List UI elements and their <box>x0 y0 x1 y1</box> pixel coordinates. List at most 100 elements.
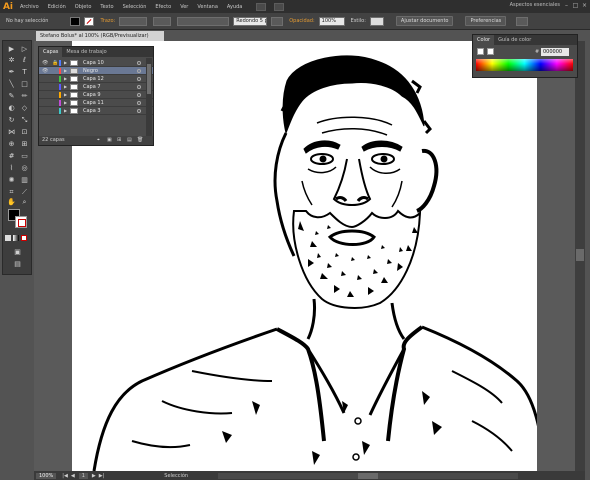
preferences-button[interactable]: Preferencias <box>465 16 507 26</box>
layer-target-icon[interactable] <box>137 109 141 113</box>
artboard-nav-next-icon[interactable]: ▶ <box>92 473 96 479</box>
layer-row[interactable]: ▶ Capa 12 <box>39 75 153 83</box>
eraser-tool-icon[interactable]: ◇ <box>19 103 30 113</box>
layer-row[interactable]: ▶ Capa 3 <box>39 107 153 115</box>
blob-brush-tool-icon[interactable]: ◐ <box>6 103 17 113</box>
shape-builder-tool-icon[interactable]: ⊕ <box>6 139 17 149</box>
color-mode-icon[interactable] <box>5 235 11 241</box>
perspective-grid-tool-icon[interactable]: ⊞ <box>19 139 30 149</box>
menu-edicion[interactable]: Edición <box>48 4 66 10</box>
expand-triangle-icon[interactable]: ▶ <box>64 91 67 99</box>
visibility-eye-icon[interactable]: 👁 <box>42 67 48 75</box>
horizontal-scroll-thumb[interactable] <box>358 472 379 479</box>
paintbrush-tool-icon[interactable]: ✎ <box>6 91 17 101</box>
rotate-tool-icon[interactable]: ↻ <box>6 115 17 125</box>
draw-mode-icon[interactable]: ▣ <box>12 247 23 257</box>
symbol-sprayer-tool-icon[interactable]: ✺ <box>6 175 17 185</box>
layers-scrollbar[interactable] <box>146 58 152 144</box>
layer-row[interactable]: ▶ Capa 9 <box>39 91 153 99</box>
menu-objeto[interactable]: Objeto <box>75 4 92 10</box>
layer-target-icon[interactable] <box>137 101 141 105</box>
brush-definition-field[interactable] <box>177 16 230 26</box>
type-tool-icon[interactable]: T <box>19 67 30 77</box>
layer-target-icon[interactable] <box>137 85 141 89</box>
locate-object-icon[interactable]: ⌖ <box>97 137 103 143</box>
graphic-style-field[interactable] <box>271 16 284 26</box>
menu-archivo[interactable]: Archivo <box>20 4 39 10</box>
zoom-tool-icon[interactable]: ⌕ <box>19 197 30 207</box>
tab-guia-de-color[interactable]: Guía de color <box>494 35 535 45</box>
layer-name[interactable]: Negro <box>83 67 98 75</box>
column-graph-tool-icon[interactable]: ▥ <box>19 175 30 185</box>
layer-name[interactable]: Capa 11 <box>83 99 104 107</box>
workspace-switcher[interactable]: Aspectos esenciales <box>510 2 560 8</box>
eyedropper-tool-icon[interactable]: ⌇ <box>6 163 17 173</box>
layer-target-icon[interactable] <box>137 69 141 73</box>
opacity-label[interactable]: Opacidad: <box>289 18 314 24</box>
lasso-tool-icon[interactable]: ℓ <box>19 55 30 65</box>
stroke-label[interactable]: Trazo: <box>100 18 115 24</box>
layer-target-icon[interactable] <box>137 77 141 81</box>
document-setup-button[interactable]: Ajustar documento <box>395 16 454 26</box>
pen-tool-icon[interactable]: ✒ <box>6 67 17 77</box>
screen-mode-icon[interactable]: ▤ <box>12 259 23 269</box>
bridge-icon[interactable] <box>256 2 267 11</box>
slice-tool-icon[interactable]: ⟋ <box>19 187 30 197</box>
opacity-field[interactable]: 100% <box>318 16 345 26</box>
fill-color-swatch[interactable] <box>70 16 81 26</box>
expand-triangle-icon[interactable]: ▶ <box>64 107 67 115</box>
close-icon[interactable]: × <box>581 2 588 9</box>
layers-scroll-thumb[interactable] <box>147 64 151 94</box>
layer-name[interactable]: Capa 12 <box>83 75 104 83</box>
color-fill-swatch[interactable] <box>477 48 484 55</box>
tab-capas[interactable]: Capas <box>39 47 63 57</box>
hand-tool-icon[interactable]: ✋ <box>6 197 17 207</box>
align-options-icon[interactable] <box>516 16 529 26</box>
expand-triangle-icon[interactable]: ▶ <box>64 75 67 83</box>
layer-target-icon[interactable] <box>137 93 141 97</box>
minimize-icon[interactable]: – <box>563 2 570 9</box>
layer-row[interactable]: ▶ Capa 11 <box>39 99 153 107</box>
horizontal-scrollbar[interactable] <box>218 472 519 479</box>
vertical-scroll-thumb[interactable] <box>576 249 584 261</box>
tab-color[interactable]: Color <box>473 35 495 45</box>
none-mode-icon[interactable] <box>21 235 27 241</box>
zoom-level[interactable]: 100% <box>36 472 57 479</box>
expand-triangle-icon[interactable]: ▶ <box>64 83 67 91</box>
line-tool-icon[interactable]: ╲ <box>6 79 17 89</box>
expand-triangle-icon[interactable]: ▶ <box>64 59 67 67</box>
vertical-scrollbar[interactable] <box>575 41 585 471</box>
layer-row[interactable]: ▶ Capa 7 <box>39 83 153 91</box>
scale-tool-icon[interactable]: ⤡ <box>19 115 30 125</box>
blend-tool-icon[interactable]: ◎ <box>19 163 30 173</box>
artboard-nav-prev-icon[interactable]: ◀ <box>71 473 75 479</box>
layer-name[interactable]: Capa 7 <box>83 83 101 91</box>
layer-name[interactable]: Capa 3 <box>83 107 101 115</box>
artboard-number[interactable]: 1 <box>78 472 88 479</box>
color-spectrum[interactable] <box>476 59 573 71</box>
arrange-documents-icon[interactable] <box>274 2 285 11</box>
layer-name[interactable]: Capa 10 <box>83 59 104 67</box>
color-stroke-swatch[interactable] <box>487 48 494 55</box>
layer-target-icon[interactable] <box>137 61 141 65</box>
stroke-weight-field[interactable] <box>119 16 148 26</box>
delete-layer-icon[interactable]: 🗑 <box>137 137 143 143</box>
direct-selection-tool-icon[interactable]: ▷ <box>19 44 30 54</box>
layer-row[interactable]: 👁 🔒 ▶ Capa 10 <box>39 59 153 67</box>
lock-icon[interactable]: 🔒 <box>52 59 58 67</box>
artboard-nav-last-icon[interactable]: ▶| <box>99 473 105 479</box>
stroke-swatch[interactable] <box>15 216 27 228</box>
maximize-icon[interactable]: □ <box>572 2 579 9</box>
layer-name[interactable]: Capa 9 <box>83 91 101 99</box>
artboard-nav-first-icon[interactable]: |◀ <box>62 473 68 479</box>
clipping-mask-icon[interactable]: ▣ <box>107 137 113 143</box>
expand-triangle-icon[interactable]: ▶ <box>64 67 67 75</box>
layer-row[interactable]: 👁 ▶ Negro <box>39 67 153 75</box>
menu-seleccion[interactable]: Selección <box>123 4 147 10</box>
menu-ayuda[interactable]: Ayuda <box>227 4 242 10</box>
stroke-color-swatch[interactable] <box>84 16 95 26</box>
width-tool-icon[interactable]: ⋈ <box>6 127 17 137</box>
visibility-eye-icon[interactable]: 👁 <box>42 59 48 67</box>
mesh-tool-icon[interactable]: # <box>6 151 17 161</box>
new-layer-icon[interactable]: ▤ <box>127 137 133 143</box>
